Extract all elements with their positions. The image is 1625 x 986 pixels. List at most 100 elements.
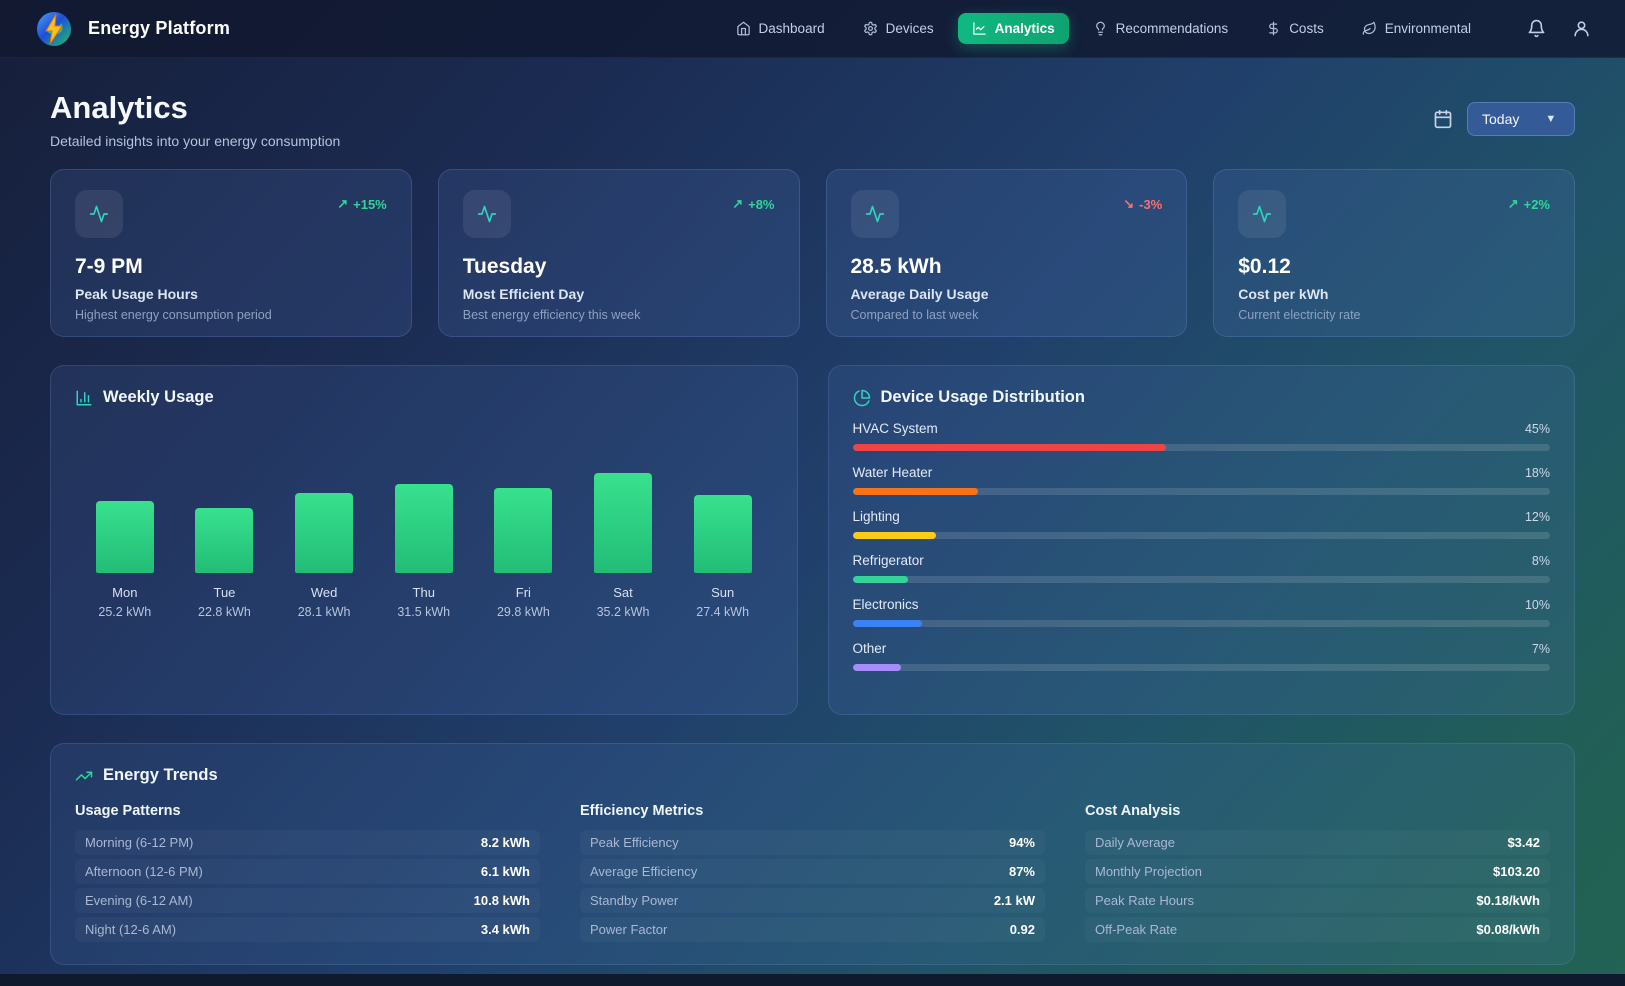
footer-bar [0,974,1625,986]
nav-item-recommendations[interactable]: Recommendations [1079,13,1243,44]
page-subtitle: Detailed insights into your energy consu… [50,133,340,149]
trend-badge: ↗+2% [1508,196,1550,212]
bar-day-label: Wed [279,585,369,600]
progress-fill [853,488,979,495]
calendar-icon[interactable] [1433,109,1453,129]
device-pct: 8% [1532,554,1550,568]
device-name: Lighting [853,509,900,524]
date-range-value: Today [1482,111,1519,127]
progress-fill [853,444,1167,451]
usage-bar [594,473,652,573]
device-name: Electronics [853,597,919,612]
progress-fill [853,532,937,539]
device-row: Lighting 12% [853,509,1551,539]
stat-label: Peak Usage Hours [75,286,387,302]
bar-day-label: Tue [179,585,269,600]
line-chart-icon [972,21,987,36]
usage-bar [494,488,552,573]
stat-description: Compared to last week [851,308,1163,322]
nav-bar: Energy Platform Dashboard Devices Analyt… [0,0,1625,58]
brand-title: Energy Platform [88,18,230,39]
stat-description: Current electricity rate [1238,308,1550,322]
trend-badge: ↗+15% [337,196,387,212]
column-heading: Efficiency Metrics [580,803,1045,819]
trends-column-cost-analysis: Cost Analysis Daily Average$3.42 Monthly… [1085,803,1550,946]
device-pct: 10% [1525,598,1550,612]
chevron-down-icon: ▼ [1545,113,1556,125]
nav-item-label: Costs [1289,21,1324,36]
trend-badge: ↗+8% [732,196,774,212]
trend-row: Morning (6-12 PM)8.2 kWh [75,830,540,855]
usage-bar [96,501,154,573]
device-name: Refrigerator [853,553,924,568]
trend-row: Peak Efficiency94% [580,830,1045,855]
trend-row: Daily Average$3.42 [1085,830,1550,855]
trend-row: Off-Peak Rate$0.08/kWh [1085,917,1550,942]
trends-column-efficiency-metrics: Efficiency Metrics Peak Efficiency94% Av… [580,803,1045,946]
progress-fill [853,664,902,671]
progress-fill [853,576,909,583]
stat-card-cost-per-kwh: ↗+2% $0.12 Cost per kWh Current electric… [1213,169,1575,337]
stat-label: Cost per kWh [1238,286,1550,302]
stat-value: $0.12 [1238,255,1550,279]
gear-icon [863,21,878,36]
usage-bar [195,508,253,573]
stat-label: Average Daily Usage [851,286,1163,302]
device-pct: 7% [1532,642,1550,656]
stat-card-efficient-day: ↗+8% Tuesday Most Efficient Day Best ene… [438,169,800,337]
date-range-select[interactable]: Today ▼ [1467,102,1575,136]
trends-title: Energy Trends [103,766,218,785]
progress-track [853,532,1551,539]
stat-card-daily-usage: ↘-3% 28.5 kWh Average Daily Usage Compar… [826,169,1188,337]
usage-bar [295,493,353,573]
device-row: HVAC System45% [853,421,1551,451]
trend-row: Average Efficiency87% [580,859,1045,884]
trend-row: Standby Power2.1 kW [580,888,1045,913]
nav-links: Dashboard Devices Analytics Recommendati… [722,13,1485,44]
nav-item-label: Dashboard [759,21,825,36]
stat-value: Tuesday [463,255,775,279]
brand-logo-icon [34,9,74,49]
trend-row: Monthly Projection$103.20 [1085,859,1550,884]
nav-item-environmental[interactable]: Environmental [1348,13,1485,44]
leaf-icon [1362,21,1377,36]
page-title: Analytics [50,90,340,126]
device-name: Other [853,641,887,656]
panel-title: Weekly Usage [103,388,214,407]
nav-item-label: Analytics [995,21,1055,36]
nav-item-devices[interactable]: Devices [849,13,948,44]
weekly-bar-chart [75,423,773,573]
stat-value: 7-9 PM [75,255,387,279]
trend-badge: ↘-3% [1123,196,1162,212]
bar-value-label: 31.5 kWh [379,605,469,619]
stat-description: Best energy efficiency this week [463,308,775,322]
bar-day-label: Sat [578,585,668,600]
bar-day-label: Mon [80,585,170,600]
activity-icon [851,190,899,238]
stat-label: Most Efficient Day [463,286,775,302]
activity-icon [75,190,123,238]
progress-track [853,576,1551,583]
progress-fill [853,620,923,627]
nav-item-dashboard[interactable]: Dashboard [722,13,839,44]
activity-icon [1238,190,1286,238]
lightbulb-icon [1093,21,1108,36]
bar-day-label: Fri [478,585,568,600]
trending-up-icon [75,767,93,785]
dollar-icon [1266,21,1281,36]
trend-row: Power Factor0.92 [580,917,1045,942]
notifications-button[interactable] [1527,19,1546,38]
nav-item-costs[interactable]: Costs [1252,13,1338,44]
column-heading: Usage Patterns [75,803,540,819]
bar-value-label: 25.2 kWh [80,605,170,619]
bar-value-label: 35.2 kWh [578,605,668,619]
device-pct: 12% [1525,510,1550,524]
bar-value-label: 22.8 kWh [179,605,269,619]
user-button[interactable] [1572,19,1591,38]
nav-item-analytics[interactable]: Analytics [958,13,1069,44]
trend-row: Peak Rate Hours$0.18/kWh [1085,888,1550,913]
device-pct: 18% [1525,466,1550,480]
bar-value-label: 28.1 kWh [279,605,369,619]
nav-item-label: Recommendations [1116,21,1229,36]
home-icon [736,21,751,36]
